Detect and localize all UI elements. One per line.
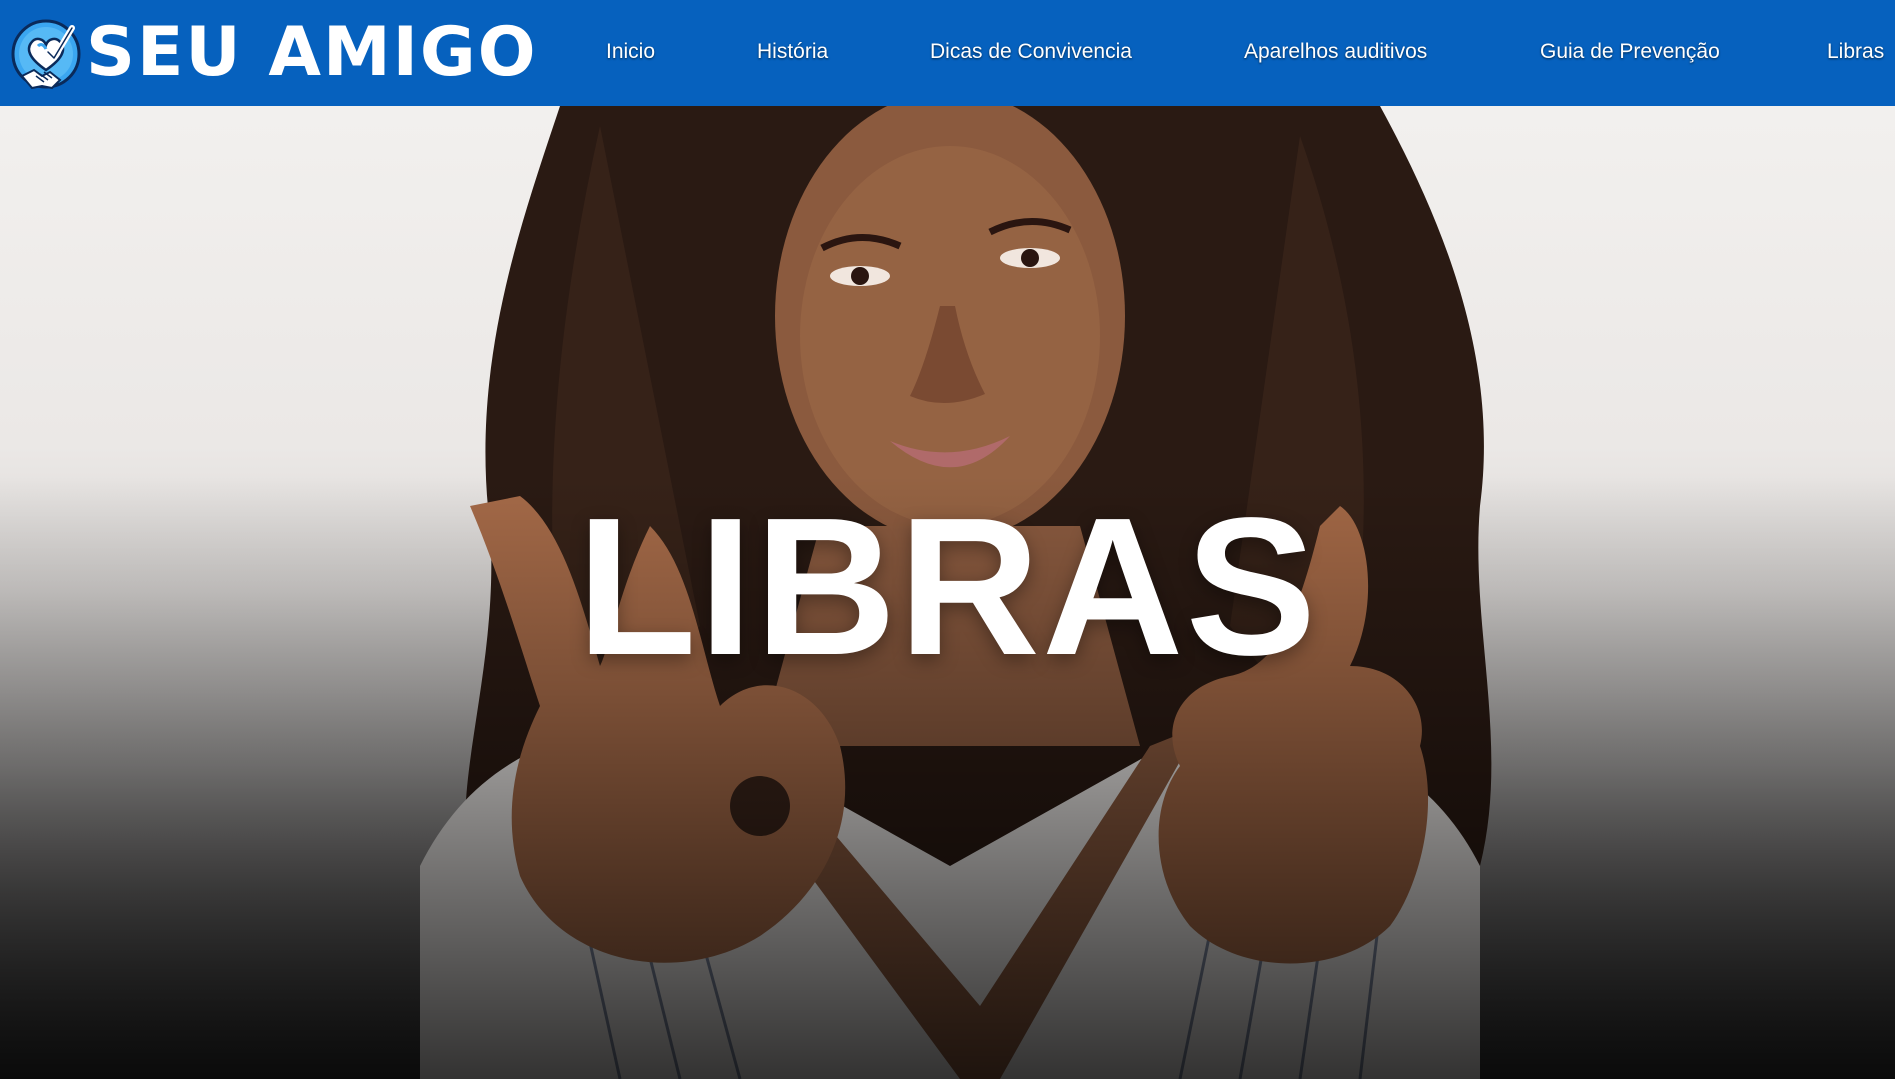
main-nav: Inicio História Dicas de Convivencia Apa… [0, 0, 1895, 106]
nav-item-inicio[interactable]: Inicio [606, 40, 655, 64]
nav-item-guia-de-prevencao[interactable]: Guia de Prevenção [1540, 40, 1720, 64]
page: SEU AMIGO Inicio História Dicas de Convi… [0, 0, 1895, 1079]
nav-item-aparelhos-auditivos[interactable]: Aparelhos auditivos [1244, 40, 1427, 64]
nav-item-dicas-de-convivencia[interactable]: Dicas de Convivencia [930, 40, 1132, 64]
site-header: SEU AMIGO Inicio História Dicas de Convi… [0, 0, 1895, 106]
hero-title: LIBRAS [576, 477, 1319, 697]
hero-banner: LIBRAS [0, 106, 1895, 1079]
nav-item-libras[interactable]: Libras [1827, 40, 1884, 64]
nav-item-historia[interactable]: História [757, 40, 828, 64]
